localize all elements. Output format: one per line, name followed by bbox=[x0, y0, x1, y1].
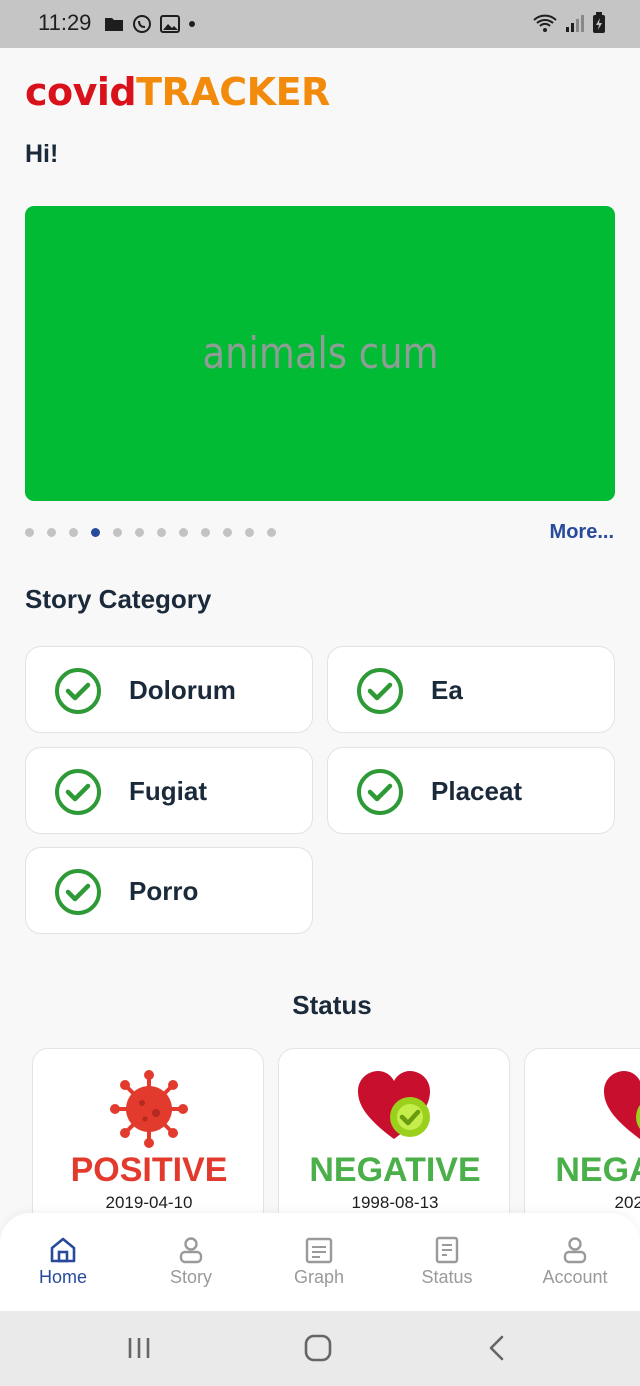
category-label: Porro bbox=[129, 876, 199, 906]
nav-label: Account bbox=[542, 1267, 608, 1287]
status-time: 11:29 bbox=[38, 10, 92, 35]
check-circle-icon bbox=[357, 769, 403, 815]
category-card-porro[interactable]: Porro bbox=[25, 847, 313, 934]
carousel-dot[interactable] bbox=[25, 528, 34, 537]
carousel-dot[interactable] bbox=[245, 528, 254, 537]
status-date: 2021-0 bbox=[614, 1193, 640, 1212]
category-label: Dolorum bbox=[129, 675, 236, 705]
heart-check-icon bbox=[358, 1071, 430, 1139]
carousel-dot[interactable] bbox=[113, 528, 122, 537]
status-label: POSITIVE bbox=[70, 1151, 228, 1189]
back-icon[interactable] bbox=[484, 1333, 510, 1363]
app-logo: covidTRACKER bbox=[25, 70, 330, 114]
dot-icon bbox=[189, 21, 195, 27]
nav-label: Graph bbox=[293, 1267, 345, 1287]
banner-text: animals cum bbox=[201, 328, 439, 379]
nav-status[interactable]: Status bbox=[392, 1235, 502, 1288]
heart-check-icon bbox=[604, 1071, 640, 1139]
recent-apps-icon[interactable] bbox=[126, 1333, 152, 1363]
category-label: Fugiat bbox=[129, 776, 207, 806]
status-label: NEGATIVE bbox=[555, 1151, 640, 1189]
whatsapp-icon bbox=[133, 15, 151, 33]
nav-label: Home bbox=[38, 1267, 87, 1287]
status-date: 2019-04-10 bbox=[105, 1193, 193, 1212]
carousel-dot[interactable] bbox=[267, 528, 276, 537]
carousel-indicator bbox=[25, 528, 276, 537]
carousel-dot[interactable] bbox=[201, 528, 210, 537]
story-category-title: Story Category bbox=[25, 584, 212, 614]
check-circle-icon bbox=[55, 869, 101, 915]
folder-icon bbox=[105, 18, 123, 31]
signal-icon bbox=[566, 15, 584, 32]
category-card-fugiat[interactable]: Fugiat bbox=[25, 747, 313, 834]
virus-icon bbox=[110, 1070, 188, 1148]
user-icon bbox=[179, 1237, 203, 1264]
more-link[interactable]: More... bbox=[550, 521, 614, 544]
status-date: 1998-08-13 bbox=[351, 1193, 439, 1212]
status-section-title: Status bbox=[292, 990, 372, 1020]
clipboard-icon bbox=[305, 1237, 333, 1264]
notification-icons bbox=[104, 14, 196, 34]
system-icons bbox=[532, 12, 606, 34]
carousel-dot[interactable] bbox=[179, 528, 188, 537]
home-icon bbox=[50, 1237, 76, 1263]
nav-label: Story bbox=[169, 1267, 212, 1287]
battery-icon bbox=[593, 12, 605, 33]
user-icon bbox=[563, 1237, 587, 1264]
nav-home[interactable]: Home bbox=[8, 1235, 118, 1288]
logo-tracker: TRACKER bbox=[136, 70, 330, 114]
status-label: NEGATIVE bbox=[309, 1151, 481, 1189]
category-card-ea[interactable]: Ea bbox=[327, 646, 615, 733]
check-circle-icon bbox=[55, 769, 101, 815]
category-card-dolorum[interactable]: Dolorum bbox=[25, 646, 313, 733]
category-label: Placeat bbox=[431, 776, 523, 806]
wifi-icon bbox=[533, 14, 557, 32]
carousel-dot[interactable] bbox=[91, 528, 100, 537]
nav-label: Status bbox=[421, 1267, 473, 1287]
carousel-dot[interactable] bbox=[157, 528, 166, 537]
banner-carousel[interactable]: animals cum bbox=[25, 206, 615, 501]
check-circle-icon bbox=[357, 668, 403, 714]
home-button-icon[interactable] bbox=[303, 1333, 333, 1363]
gallery-icon bbox=[160, 15, 180, 33]
system-navigation-bar bbox=[0, 1311, 640, 1386]
carousel-dot[interactable] bbox=[69, 528, 78, 537]
check-circle-icon bbox=[55, 668, 101, 714]
carousel-dot[interactable] bbox=[47, 528, 56, 537]
carousel-dot[interactable] bbox=[135, 528, 144, 537]
greeting: Hi! bbox=[25, 140, 59, 168]
status-bar: 11:29 bbox=[0, 0, 640, 48]
carousel-dot[interactable] bbox=[223, 528, 232, 537]
logo-covid: covid bbox=[25, 70, 137, 114]
nav-account[interactable]: Account bbox=[520, 1235, 630, 1288]
bottom-navigation: Home Story Graph Status Account bbox=[0, 1213, 640, 1311]
nav-story[interactable]: Story bbox=[136, 1235, 246, 1288]
category-label: Ea bbox=[431, 675, 463, 705]
document-icon bbox=[435, 1236, 459, 1264]
category-card-placeat[interactable]: Placeat bbox=[327, 747, 615, 834]
nav-graph[interactable]: Graph bbox=[264, 1235, 374, 1288]
